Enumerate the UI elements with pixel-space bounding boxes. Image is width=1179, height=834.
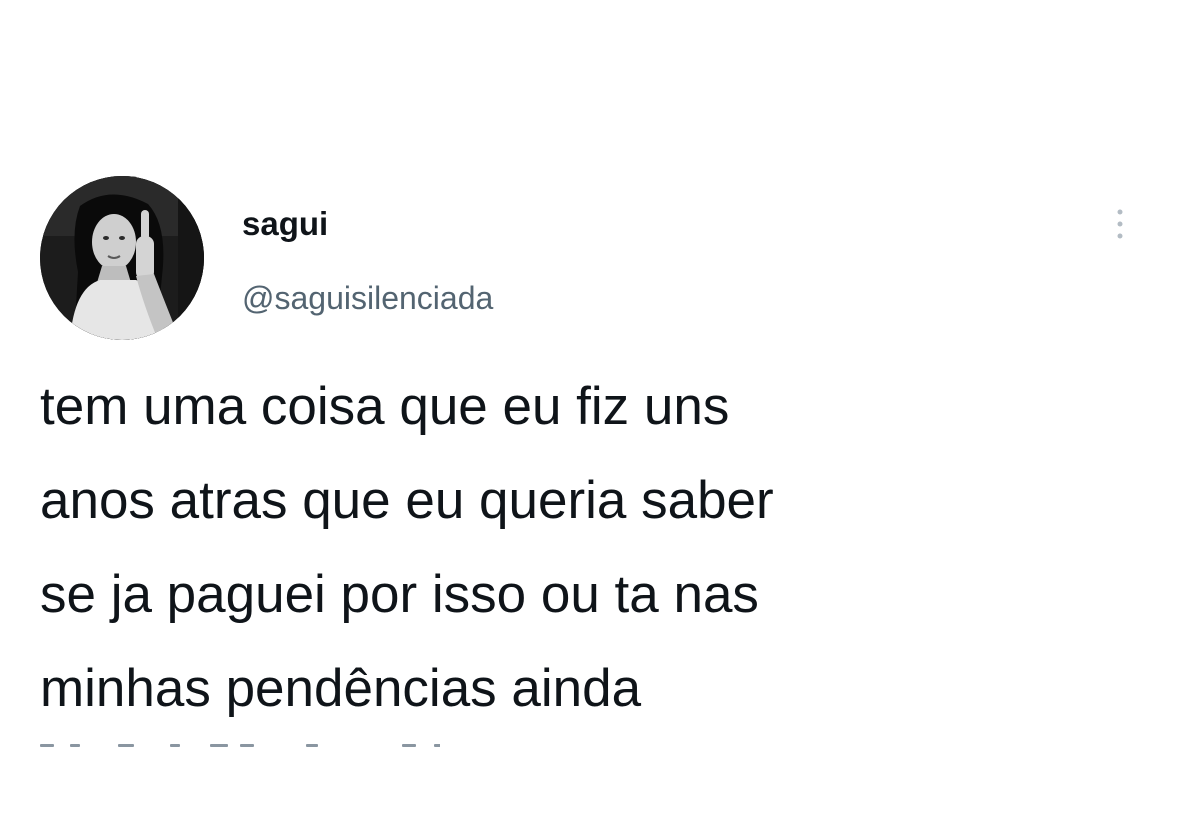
author-display-name[interactable]: sagui — [242, 204, 328, 244]
author-handle[interactable]: @saguisilenciada — [242, 278, 493, 318]
more-vertical-icon — [1117, 209, 1123, 239]
profile-photo-icon — [40, 176, 204, 340]
avatar[interactable] — [40, 176, 204, 340]
tweet-card: sagui @saguisilenciada tem uma coisa que… — [0, 0, 1179, 834]
tweet-text: tem uma coisa que eu fiz uns anos atras … — [40, 377, 774, 718]
more-options-button[interactable] — [1100, 198, 1140, 250]
tweet-timestamp-cropped — [40, 742, 440, 752]
